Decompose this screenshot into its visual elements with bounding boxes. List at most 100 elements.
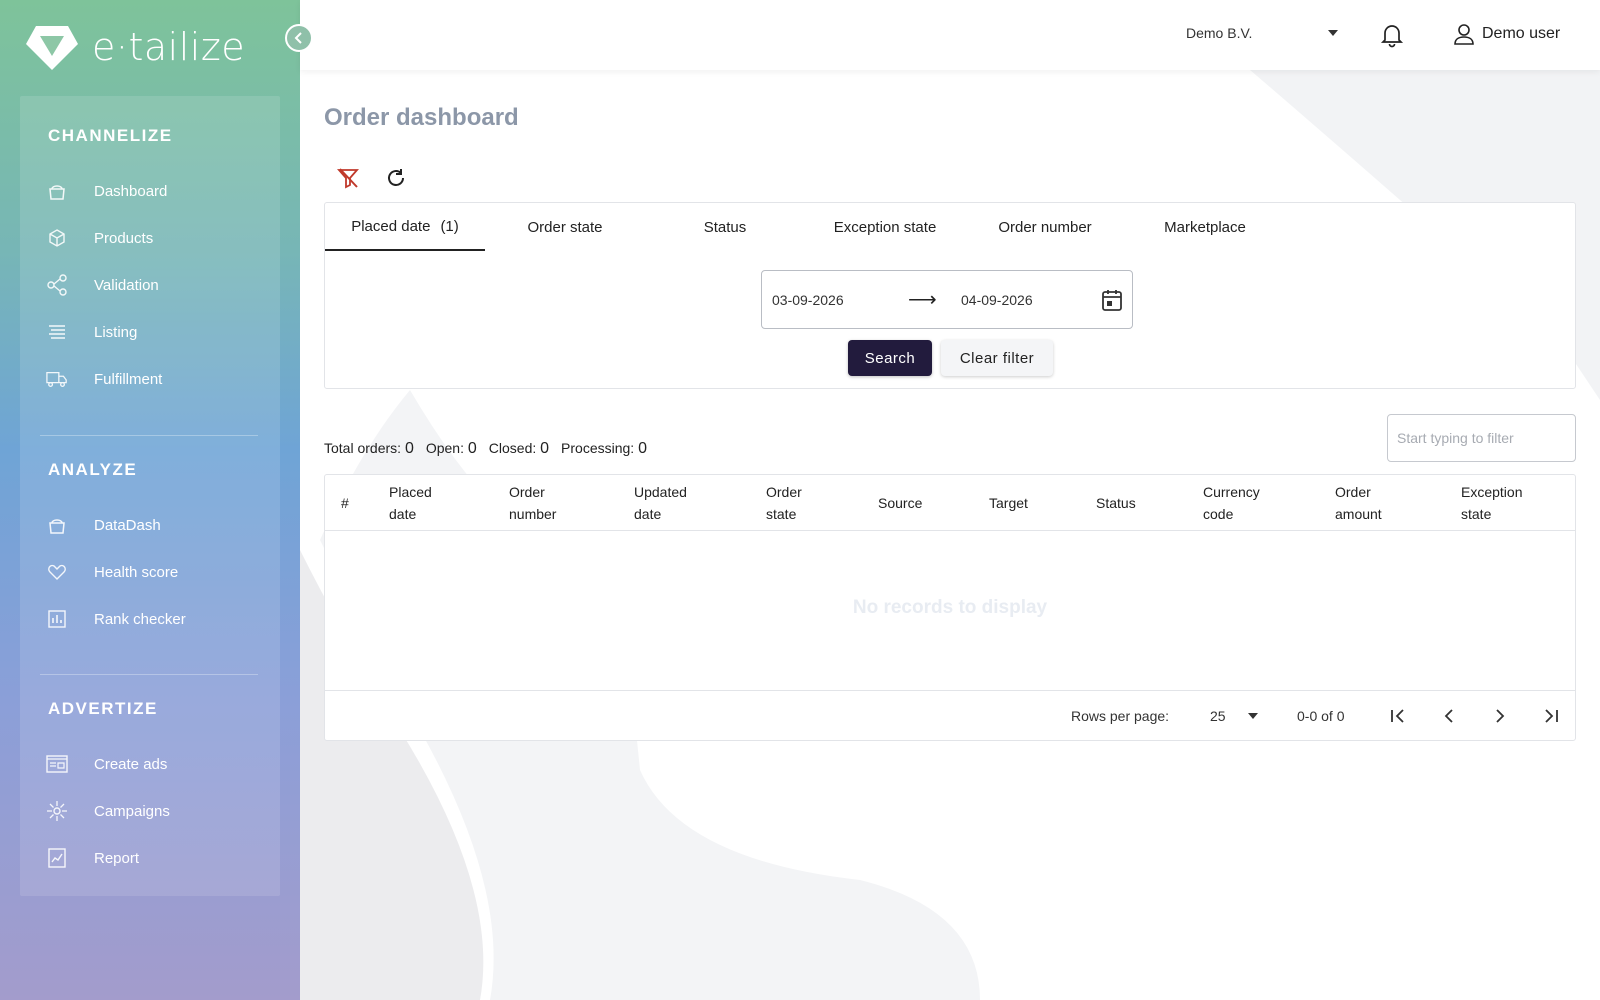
tab-order-number[interactable]: Order number xyxy=(965,203,1125,251)
next-page-icon[interactable] xyxy=(1489,705,1511,727)
user-name: Demo user xyxy=(1482,25,1561,42)
table-header: # Placed date Order number Updated date … xyxy=(325,475,1575,531)
arrow-right-icon: ⟶ xyxy=(908,289,937,311)
column-header-exception-state[interactable]: Exception state xyxy=(1461,481,1522,525)
share-nodes-icon xyxy=(46,274,68,296)
sidebar-item-listing[interactable]: Listing xyxy=(46,317,137,347)
sidebar-item-label: Health score xyxy=(94,563,179,581)
last-page-icon[interactable] xyxy=(1540,705,1562,727)
stat-value: 0 xyxy=(540,440,550,457)
user-menu[interactable]: Demo user xyxy=(1454,23,1560,45)
column-header-index[interactable]: # xyxy=(341,492,349,514)
user-icon xyxy=(1454,24,1474,45)
sidebar-item-fulfillment[interactable]: Fulfillment xyxy=(46,364,162,394)
logo[interactable]: e·tailize xyxy=(26,24,245,70)
sidebar-item-health-score[interactable]: Health score xyxy=(46,557,178,587)
chevron-left-icon xyxy=(294,32,302,44)
stat-label: Closed: xyxy=(488,440,537,456)
tab-label: Order state xyxy=(527,218,603,236)
column-header-order-state[interactable]: Order state xyxy=(766,481,802,525)
refresh-icon[interactable] xyxy=(384,166,408,190)
ads-icon xyxy=(46,753,68,775)
calendar-icon[interactable] xyxy=(1102,289,1122,311)
filter-card: Placed date (1) Order state Status Excep… xyxy=(324,202,1576,389)
sidebar-item-label: Campaigns xyxy=(94,802,170,820)
search-button[interactable]: Search xyxy=(848,340,932,376)
company-select-value: Demo B.V. xyxy=(1186,25,1253,41)
sidebar-item-label: Dashboard xyxy=(94,182,168,200)
logo-text: e·tailize xyxy=(92,25,246,69)
first-page-icon[interactable] xyxy=(1387,705,1409,727)
sidebar-item-report[interactable]: Report xyxy=(46,843,139,873)
company-select[interactable]: Demo B.V. xyxy=(1186,25,1338,41)
page-title: Order dashboard xyxy=(324,104,519,131)
tab-label: Exception state xyxy=(833,218,937,236)
tab-label: Placed date xyxy=(351,217,431,235)
sidebar-item-rank-checker[interactable]: Rank checker xyxy=(46,604,186,634)
truck-icon xyxy=(46,368,68,390)
stat-open: Open: 0 xyxy=(426,440,477,458)
column-header-currency-code[interactable]: Currency code xyxy=(1203,481,1260,525)
sidebar-item-products[interactable]: Products xyxy=(46,223,153,253)
column-header-placed-date[interactable]: Placed date xyxy=(389,481,432,525)
tab-exception-state[interactable]: Exception state xyxy=(805,203,965,251)
stat-label: Total orders: xyxy=(324,440,402,456)
tab-status[interactable]: Status xyxy=(645,203,805,251)
clear-filter-button[interactable]: Clear filter xyxy=(941,340,1053,376)
column-header-order-number[interactable]: Order number xyxy=(509,481,556,525)
tab-label: Status xyxy=(703,218,747,236)
column-header-status[interactable]: Status xyxy=(1096,492,1136,514)
collapse-sidebar-button[interactable] xyxy=(285,24,313,52)
column-header-source[interactable]: Source xyxy=(878,492,922,514)
sidebar-item-label: DataDash xyxy=(94,516,161,534)
logo-mark-icon xyxy=(26,26,78,70)
bell-icon[interactable] xyxy=(1380,22,1404,48)
column-header-order-amount[interactable]: Order amount xyxy=(1335,481,1382,525)
sidebar-item-label: Validation xyxy=(94,276,159,294)
rows-per-page-select[interactable]: 25 xyxy=(1210,708,1258,724)
empty-state-text: No records to display xyxy=(852,597,1048,618)
tab-count-badge: (1) xyxy=(440,217,459,235)
sidebar-item-validation[interactable]: Validation xyxy=(46,270,159,300)
bar-chart-icon xyxy=(46,608,68,630)
stat-value: 0 xyxy=(638,440,647,457)
sidebar-divider xyxy=(40,435,258,436)
table-pagination: Rows per page: 25 0-0 of 0 xyxy=(325,690,1575,741)
sidebar-item-dashboard[interactable]: Dashboard xyxy=(46,176,167,206)
stat-processing: Processing: 0 xyxy=(561,440,647,458)
date-from-field[interactable]: 03-09-2026 xyxy=(772,292,844,308)
rows-per-page-label: Rows per page: xyxy=(1071,708,1170,724)
box-icon xyxy=(46,227,68,249)
sidebar-item-label: Listing xyxy=(94,323,138,341)
order-stats: Total orders: 0 Open: 0 Closed: 0 Proces… xyxy=(324,440,647,458)
section-title-analyze: ANALYZE xyxy=(48,460,138,479)
tab-marketplace[interactable]: Marketplace xyxy=(1125,203,1285,251)
sidebar-item-label: Rank checker xyxy=(94,610,186,628)
nav-panel: CHANNELIZE Dashboard Products Validation… xyxy=(20,96,280,896)
sidebar-item-datadash[interactable]: DataDash xyxy=(46,510,161,540)
orders-table: # Placed date Order number Updated date … xyxy=(324,474,1576,741)
sidebar-divider xyxy=(40,674,258,675)
basket-icon xyxy=(46,180,68,202)
date-range-picker[interactable]: 03-09-2026 ⟶ 04-09-2026 xyxy=(761,270,1133,329)
stat-value: 0 xyxy=(467,440,477,457)
stat-closed: Closed: 0 xyxy=(489,440,549,458)
tab-placed-date[interactable]: Placed date (1) xyxy=(325,203,485,251)
top-bar: Demo B.V. Demo user xyxy=(300,0,1600,70)
date-to-field[interactable]: 04-09-2026 xyxy=(961,292,1033,308)
stat-value: 0 xyxy=(404,440,414,457)
stat-total: Total orders: 0 xyxy=(324,440,414,458)
basket-icon xyxy=(46,514,68,536)
table-filter-input[interactable] xyxy=(1387,414,1576,462)
sidebar-item-label: Report xyxy=(94,849,140,867)
previous-page-icon[interactable] xyxy=(1438,705,1460,727)
clear-filter-icon[interactable] xyxy=(336,166,360,190)
column-header-updated-date[interactable]: Updated date xyxy=(634,481,687,525)
filter-tabs: Placed date (1) Order state Status Excep… xyxy=(325,203,1285,251)
caret-down-icon xyxy=(1248,713,1258,719)
sidebar-item-create-ads[interactable]: Create ads xyxy=(46,749,167,779)
column-header-target[interactable]: Target xyxy=(989,492,1028,514)
tab-order-state[interactable]: Order state xyxy=(485,203,645,251)
sidebar-item-campaigns[interactable]: Campaigns xyxy=(46,796,170,826)
list-lines-icon xyxy=(46,321,68,343)
